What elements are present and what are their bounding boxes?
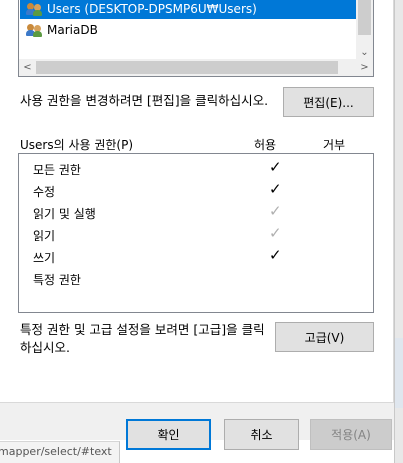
properties-dialog: Users (DESKTOP-DPSMP6U₩Users) MariaDB ⌄ … xyxy=(0,0,394,450)
group-item-users[interactable]: Users (DESKTOP-DPSMP6U₩Users) xyxy=(20,0,356,19)
permission-row: 수정 ✓ xyxy=(33,180,363,202)
background-editor-text: mapper/select/#text xyxy=(0,441,120,463)
permissions-header: Users의 사용 권한(P) xyxy=(20,138,134,152)
permission-row: 모든 권한 ✓ xyxy=(33,158,363,180)
background-window-bar xyxy=(395,338,403,408)
allow-checkmark-icon: ✓ xyxy=(269,224,282,242)
vertical-scroll-thumb[interactable] xyxy=(358,0,371,35)
user-group-icon xyxy=(26,2,44,16)
allow-checkmark-icon: ✓ xyxy=(269,246,282,264)
advanced-hint-text: 특정 권한 및 고급 설정을 보려면 [고급]을 클릭하십시오. xyxy=(20,322,265,355)
permission-name: 쓰기 xyxy=(33,251,56,265)
horizontal-scroll-thumb[interactable] xyxy=(36,61,338,74)
scroll-down-icon[interactable]: ⌄ xyxy=(356,47,373,58)
cancel-button[interactable]: 취소 xyxy=(224,419,299,450)
permission-name: 읽기 xyxy=(33,229,56,243)
edit-button[interactable]: 편집(E)... xyxy=(283,87,374,117)
group-user-list[interactable]: Users (DESKTOP-DPSMP6U₩Users) MariaDB ⌄ … xyxy=(18,0,374,77)
security-tab-pane: Users (DESKTOP-DPSMP6U₩Users) MariaDB ⌄ … xyxy=(0,0,394,403)
permission-row: 읽기 ✓ xyxy=(33,224,363,246)
advanced-button[interactable]: 고급(V) xyxy=(275,322,374,352)
permission-row: 특정 권한 xyxy=(33,268,363,290)
apply-button[interactable]: 적용(A) xyxy=(310,419,392,450)
group-item-label: MariaDB xyxy=(47,23,98,37)
vertical-scrollbar[interactable]: ⌄ xyxy=(356,0,373,60)
scroll-left-icon[interactable]: < xyxy=(19,59,36,76)
group-item-mariadb[interactable]: MariaDB xyxy=(20,20,98,40)
permission-row: 읽기 및 실행 ✓ xyxy=(33,202,363,224)
background-window-edge xyxy=(394,0,403,463)
user-group-icon xyxy=(26,23,44,37)
permissions-list: 모든 권한 ✓ 수정 ✓ 읽기 및 실행 ✓ 읽기 ✓ 쓰기 ✓ 특정 권한 xyxy=(18,153,374,313)
permission-name: 수정 xyxy=(33,185,56,199)
permission-name: 읽기 및 실행 xyxy=(33,207,96,221)
permission-name: 특정 권한 xyxy=(33,273,81,287)
allow-checkmark-icon: ✓ xyxy=(269,180,282,198)
ok-button[interactable]: 확인 xyxy=(126,419,211,450)
allow-column-header: 허용 xyxy=(254,138,277,152)
scroll-right-icon[interactable]: > xyxy=(356,59,373,76)
allow-checkmark-icon: ✓ xyxy=(269,158,282,176)
group-item-label: Users (DESKTOP-DPSMP6U₩Users) xyxy=(47,2,257,16)
horizontal-scrollbar[interactable]: < > xyxy=(19,59,373,76)
permission-row: 쓰기 ✓ xyxy=(33,246,363,268)
deny-column-header: 거부 xyxy=(323,138,346,152)
edit-hint-text: 사용 권한을 변경하려면 [편집]을 클릭하십시오. xyxy=(20,93,269,108)
permission-name: 모든 권한 xyxy=(33,163,81,177)
allow-checkmark-icon: ✓ xyxy=(269,202,282,220)
background-text: mapper/select/#text xyxy=(0,445,112,458)
